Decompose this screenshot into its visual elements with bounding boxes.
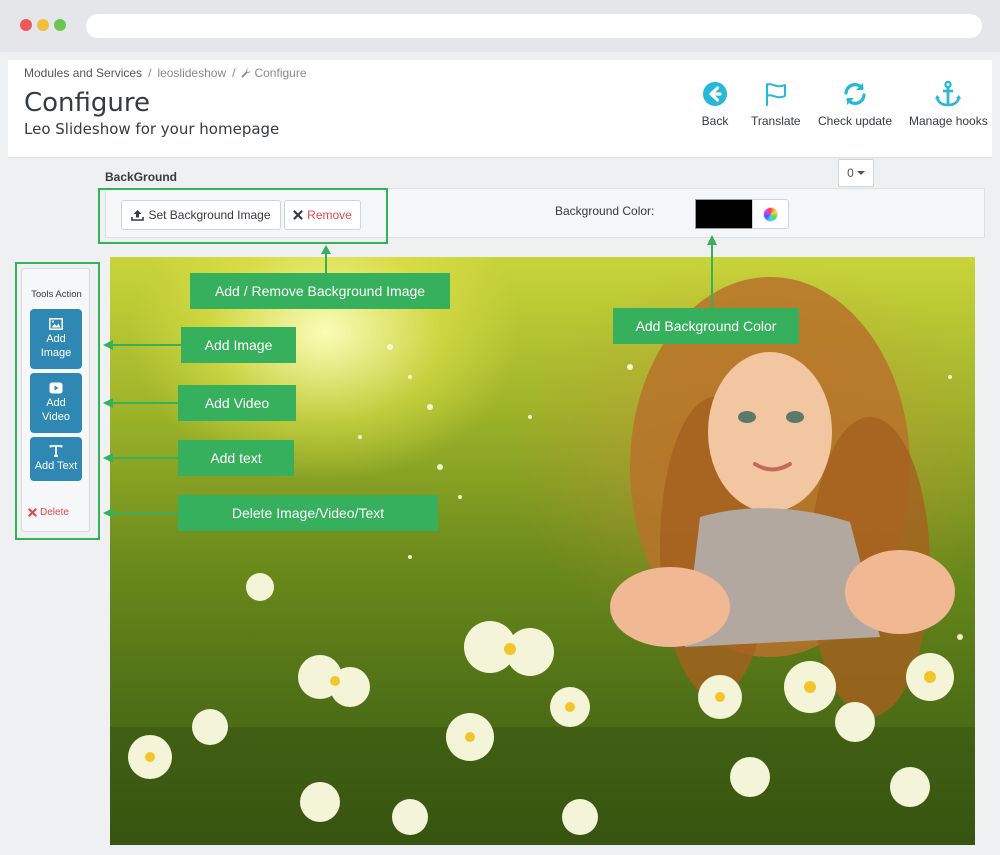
add-text-button[interactable]: Add Text [30,437,82,481]
add-text-label: Add Text [34,460,78,472]
caret-down-icon [856,171,865,175]
callout-background-color: Add Background Color [613,308,799,344]
breadcrumb: Modules and Services / leoslideshow / Co… [24,66,307,80]
background-color-swatch[interactable] [695,199,753,229]
color-wheel-icon [763,206,778,222]
breadcrumb-separator: / [148,66,152,80]
play-video-icon [49,382,63,394]
refresh-icon [844,83,866,105]
image-icon [49,318,63,330]
callout-add-video: Add Video [178,385,296,421]
add-image-label-2: Image [40,347,72,359]
add-image-button[interactable]: Add Image [30,309,82,369]
browser-chrome [0,0,1000,52]
address-bar[interactable] [86,14,982,38]
layer-dropdown-value: 0 [847,166,854,180]
translate-label: Translate [751,114,801,128]
background-color-label: Background Color: [555,204,655,218]
check-update-button[interactable]: Check update [818,80,892,128]
add-video-button[interactable]: Add Video [30,373,82,433]
delete-button[interactable]: Delete [28,507,69,518]
flag-icon [765,83,786,106]
breadcrumb-item-configure: Configure [241,66,307,80]
close-window-dot[interactable] [20,19,32,31]
translate-button[interactable]: Translate [751,80,801,128]
wrench-icon [242,68,251,78]
layer-dropdown[interactable]: 0 [838,159,874,187]
text-icon [49,445,63,457]
callout-delete: Delete Image/Video/Text [178,495,438,531]
page-header: Modules and Services / leoslideshow / Co… [8,60,992,158]
callout-background-image: Add / Remove Background Image [190,273,450,309]
maximize-window-dot[interactable] [54,19,66,31]
breadcrumb-separator: / [232,66,236,80]
tools-action-title: Tools Action [31,289,82,300]
back-arrow-circle-icon [703,82,727,106]
delete-label: Delete [40,507,69,518]
back-label: Back [701,114,729,128]
minimize-window-dot[interactable] [37,19,49,31]
manage-hooks-button[interactable]: Manage hooks [909,80,988,128]
tools-action-panel: Tools Action Add Image Add Video Add Tex… [21,268,90,532]
close-icon [28,508,37,517]
anchor-icon [935,80,962,107]
callout-add-image: Add Image [181,327,296,363]
breadcrumb-label: Configure [254,66,307,80]
breadcrumb-item-modules[interactable]: Modules and Services [24,66,142,80]
add-video-label-2: Video [42,411,70,423]
back-button[interactable]: Back [701,80,729,128]
manage-hooks-label: Manage hooks [909,114,988,128]
callout-add-text: Add text [178,440,294,476]
color-picker-button[interactable] [752,199,789,229]
breadcrumb-item-module[interactable]: leoslideshow [157,66,226,80]
background-controls-highlight [98,188,388,244]
page-subtitle: Leo Slideshow for your homepage [24,120,280,138]
page-title: Configure [24,88,151,118]
check-update-label: Check update [818,114,893,128]
background-section-title: BackGround [105,170,178,184]
add-image-label-1: Add [46,333,66,345]
add-video-label-1: Add [46,397,66,409]
